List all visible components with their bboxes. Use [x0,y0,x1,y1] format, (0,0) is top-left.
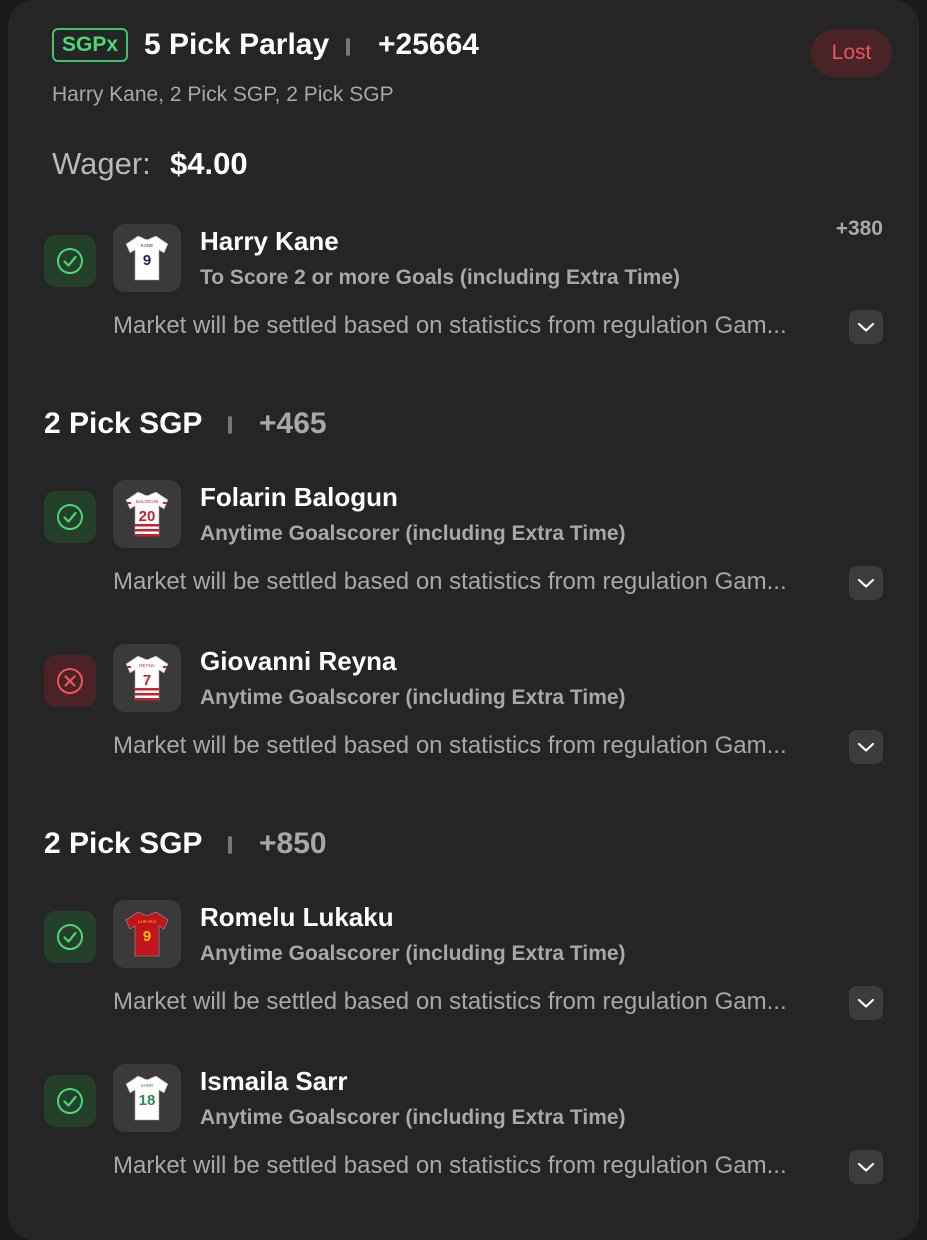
wager-label: Wager: [52,146,151,181]
parlay-title: 5 Pick Parlay [144,28,330,61]
leg-status-won [44,235,96,287]
sgpx-badge: SGPx [52,28,129,62]
player-jersey: LUKAKU 9 [113,900,181,968]
expand-leg-button[interactable] [849,1150,883,1184]
chevron-down-icon [857,578,875,588]
settlement-note: Market will be settled based on statisti… [113,312,787,339]
chevron-down-icon [857,322,875,332]
status-badge: Lost [811,29,892,77]
parlay-subtitle: Harry Kane, 2 Pick SGP, 2 Pick SGP [52,83,394,106]
svg-text:9: 9 [143,252,151,269]
leg-odds: +380 [835,217,883,240]
svg-text:9: 9 [143,928,151,945]
jersey-icon: BALOGUN 20 [125,491,169,537]
section-title: 2 Pick SGP [44,407,203,440]
bet-card: SGPx 5 Pick Parlay +25664 Lost Harry Kan… [8,0,919,1240]
player-jersey: BALOGUN 20 [113,480,181,548]
chevron-down-icon [857,998,875,1008]
player-name: Romelu Lukaku [200,902,394,932]
player-jersey: KANE 9 [113,224,181,292]
settlement-note: Market will be settled based on statisti… [113,988,787,1015]
jersey-icon: REYNA 7 [125,655,169,701]
settlement-note: Market will be settled based on statisti… [113,1152,787,1179]
svg-text:LUKAKU: LUKAKU [138,919,156,924]
svg-text:SARR: SARR [141,1083,154,1088]
check-circle-icon [57,924,83,950]
leg-status-won [44,491,96,543]
section-separator [228,416,232,434]
svg-text:BALOGUN: BALOGUN [136,499,158,504]
jersey-icon: KANE 9 [125,235,169,281]
settlement-note: Market will be settled based on statisti… [113,732,787,759]
section-title: 2 Pick SGP [44,827,203,860]
settlement-note: Market will be settled based on statisti… [113,568,787,595]
expand-leg-button[interactable] [849,566,883,600]
expand-leg-button[interactable] [849,730,883,764]
jersey-icon: SARR 18 [125,1075,169,1121]
market-name: Anytime Goalscorer (including Extra Time… [200,686,626,709]
leg-status-won [44,1075,96,1127]
player-name: Ismaila Sarr [200,1066,348,1096]
svg-text:18: 18 [139,1092,156,1109]
section-separator [228,836,232,854]
check-circle-icon [57,1088,83,1114]
wager-value: $4.00 [170,146,248,181]
title-separator [346,38,350,56]
market-name: Anytime Goalscorer (including Extra Time… [200,942,626,965]
jersey-icon: LUKAKU 9 [125,911,169,957]
player-name: Giovanni Reyna [200,646,397,676]
player-jersey: SARR 18 [113,1064,181,1132]
player-name: Folarin Balogun [200,482,398,512]
check-circle-icon [57,504,83,530]
expand-leg-button[interactable] [849,310,883,344]
chevron-down-icon [857,1162,875,1172]
section-odds: +465 [259,407,327,440]
check-circle-icon [57,248,83,274]
section-odds: +850 [259,827,327,860]
player-jersey: REYNA 7 [113,644,181,712]
svg-text:7: 7 [143,672,151,689]
leg-status-lost [44,655,96,707]
market-name: To Score 2 or more Goals (including Extr… [200,266,680,289]
player-name: Harry Kane [200,226,339,256]
parlay-odds: +25664 [378,28,479,61]
leg-status-won [44,911,96,963]
expand-leg-button[interactable] [849,986,883,1020]
svg-text:20: 20 [139,508,156,525]
svg-text:KANE: KANE [141,243,153,248]
x-circle-icon [57,668,83,694]
chevron-down-icon [857,742,875,752]
market-name: Anytime Goalscorer (including Extra Time… [200,522,626,545]
market-name: Anytime Goalscorer (including Extra Time… [200,1106,626,1129]
svg-text:REYNA: REYNA [139,663,155,668]
